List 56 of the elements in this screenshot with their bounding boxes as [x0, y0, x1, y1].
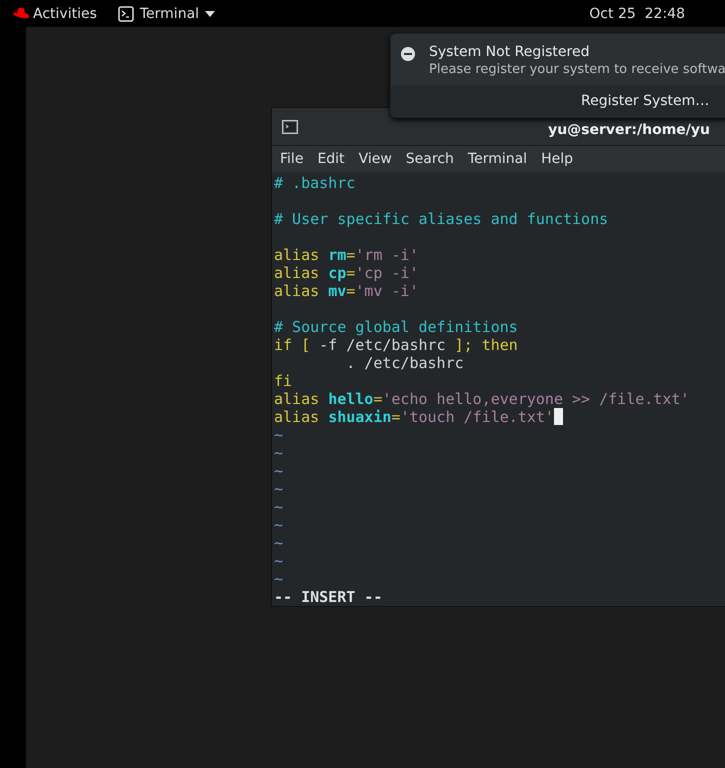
code-keyword: alias [274, 408, 320, 426]
code-keyword: = [346, 264, 356, 282]
terminal-icon [118, 6, 134, 22]
empty-line-marker: ~ [274, 444, 284, 462]
code-string: 'echo hello,everyone >> /file.txt' [382, 390, 690, 408]
clock[interactable]: Oct 25 22:48 [589, 6, 685, 22]
empty-line-marker: ~ [274, 552, 284, 570]
minus-circle-icon [401, 47, 415, 61]
menu-item[interactable]: Search [406, 151, 454, 167]
empty-line-marker: ~ [274, 570, 284, 588]
menu-item[interactable]: Help [541, 151, 573, 167]
code-keyword: = [346, 246, 356, 264]
alias-name: hello [328, 390, 374, 408]
menu-item[interactable]: Terminal [468, 151, 528, 167]
app-menu[interactable]: Terminal [118, 6, 216, 22]
activities-button[interactable]: Activities [33, 6, 97, 22]
code-string: 'touch /file.txt' [400, 408, 554, 426]
code-text: -f /etc/bashrc [319, 336, 447, 354]
code-keyword: fi [274, 372, 292, 390]
empty-line-marker: ~ [274, 480, 284, 498]
notification-body: Please register your system to receive softwa [429, 62, 725, 77]
hat-icon [12, 6, 30, 20]
code-keyword: alias [274, 390, 320, 408]
menu-item[interactable]: View [358, 151, 392, 167]
code-keyword: = [346, 282, 356, 300]
empty-line-marker: ~ [274, 426, 284, 444]
caret-icon [205, 10, 216, 16]
code-keyword: alias [274, 282, 320, 300]
code-keyword: alias [274, 246, 320, 264]
code-keyword: alias [274, 264, 320, 282]
code-comment: # User specific aliases and functions [274, 210, 608, 228]
mode-indicator: -- INSERT -- [274, 588, 382, 606]
code-keyword: = [373, 390, 382, 408]
empty-line-marker: ~ [274, 516, 284, 534]
empty-line-marker: ~ [274, 534, 284, 552]
empty-line-marker: ~ [274, 498, 284, 516]
code-string: 'rm -i' [355, 246, 418, 264]
alias-name: cp [328, 264, 346, 282]
window-title: yu@server:/home/yu [548, 122, 710, 138]
code-string: 'cp -i' [355, 264, 418, 282]
code-comment: # .bashrc [274, 174, 356, 192]
alias-name: shuaxin [328, 408, 392, 426]
menu-item[interactable]: Edit [317, 151, 345, 167]
alias-name: mv [328, 282, 346, 300]
code-string: 'mv -i' [355, 282, 418, 300]
code-keyword: if [ [274, 336, 312, 354]
notification-title: System Not Registered [429, 44, 590, 60]
empty-line-marker: ~ [274, 462, 284, 480]
alias-name: rm [328, 246, 346, 264]
code-comment: # Source global definitions [274, 318, 518, 336]
code-text: . /etc/bashrc [345, 354, 464, 372]
menu-item[interactable]: File [280, 151, 304, 167]
code-keyword: ]; then [454, 336, 518, 354]
code-keyword: = [391, 408, 400, 426]
register-system-button[interactable]: Register System… [391, 85, 725, 117]
terminal-icon [282, 120, 298, 134]
